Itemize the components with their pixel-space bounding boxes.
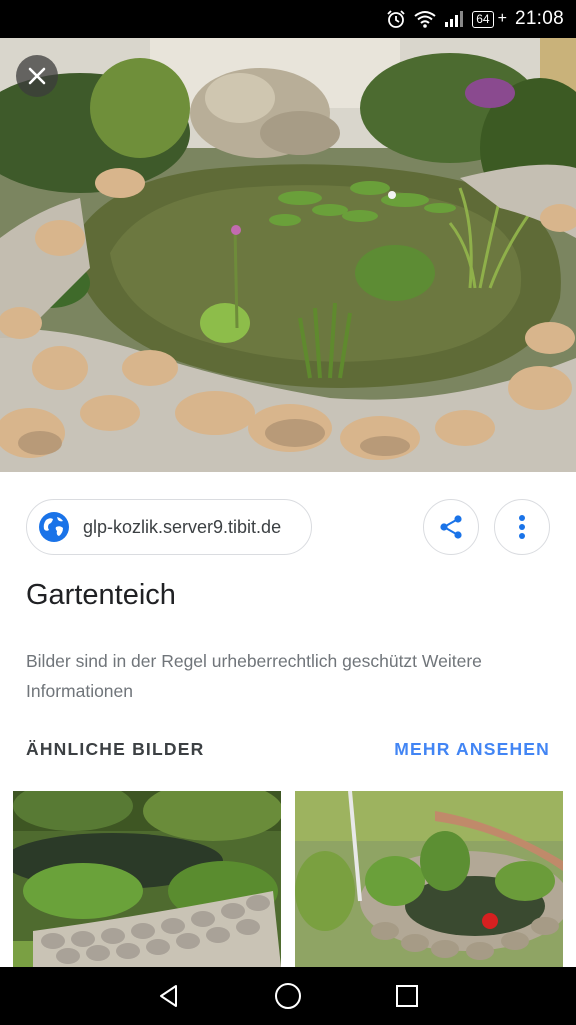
back-button[interactable]: [144, 971, 194, 1021]
back-icon: [160, 985, 178, 1007]
hero-image: [0, 38, 576, 472]
navigation-bar: [0, 967, 576, 1025]
battery-level: 64: [476, 12, 490, 26]
related-image-thumbnail[interactable]: [295, 791, 563, 967]
charging-indicator: +: [497, 10, 507, 27]
recents-icon: [395, 985, 418, 1007]
more-options-button[interactable]: [494, 499, 550, 555]
copyright-notice[interactable]: Bilder sind in der Regel urheberrechtlic…: [26, 646, 546, 706]
battery-icon: 64: [472, 10, 494, 28]
image-title: Gartenteich: [26, 579, 176, 611]
source-domain: glp-kozlik.server9.tibit.de: [83, 516, 282, 537]
close-button[interactable]: [16, 55, 58, 97]
status-bar: 64 + 21:08: [0, 0, 576, 38]
alarm-icon: [386, 9, 406, 29]
close-icon: [28, 67, 46, 85]
signal-icon: [444, 10, 464, 28]
related-images-label: ÄHNLICHE BILDER: [26, 739, 205, 759]
wifi-icon: [414, 10, 436, 28]
source-link[interactable]: glp-kozlik.server9.tibit.de: [26, 499, 312, 555]
recents-button[interactable]: [382, 971, 432, 1021]
home-button[interactable]: [263, 971, 313, 1021]
see-more-link[interactable]: MEHR ANSEHEN: [394, 739, 550, 760]
related-image-thumbnail[interactable]: [13, 791, 281, 967]
share-icon: [440, 515, 462, 539]
share-button[interactable]: [423, 499, 479, 555]
clock: 21:08: [514, 8, 564, 29]
globe-icon: [37, 510, 71, 544]
home-icon: [274, 983, 301, 1009]
more-vert-icon: [519, 515, 525, 539]
